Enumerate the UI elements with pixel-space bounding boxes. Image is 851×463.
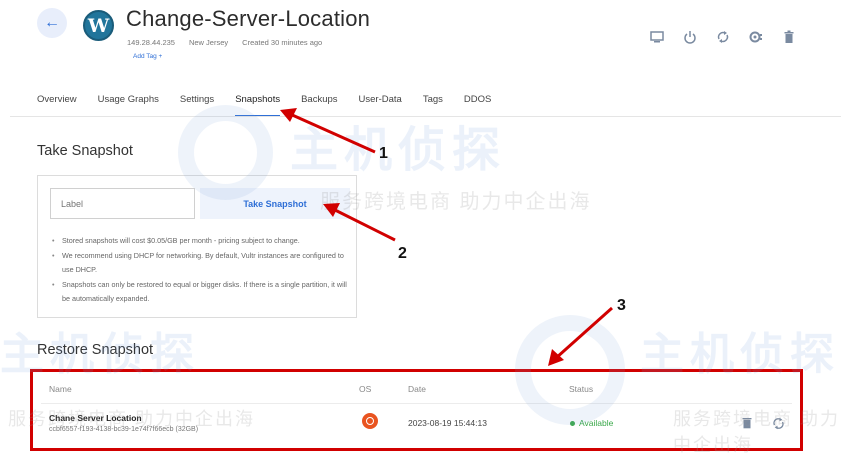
restart-icon[interactable]	[714, 28, 732, 46]
delete-snapshot-icon[interactable]	[740, 416, 754, 430]
column-name: Name	[49, 384, 72, 394]
reinstall-icon[interactable]	[747, 28, 765, 46]
server-meta: 149.28.44.235 New Jersey Created 30 minu…	[127, 38, 322, 47]
wordpress-logo: W	[83, 10, 114, 41]
column-date: Date	[408, 384, 426, 394]
trash-icon[interactable]	[780, 28, 798, 46]
snapshot-id: ccbf6557-f193-4138-bc39-1e74f7f66ecb (32…	[49, 426, 199, 433]
header-divider	[41, 403, 792, 404]
console-icon[interactable]	[648, 28, 666, 46]
snapshot-date: 2023-08-19 15:44:13	[408, 418, 487, 428]
note-item: We recommend using DHCP for networking. …	[52, 249, 352, 278]
tab-ddos[interactable]: DDOS	[464, 94, 491, 117]
tab-backups[interactable]: Backups	[301, 94, 337, 117]
watermark-brand: 主机侦探	[290, 124, 507, 177]
take-snapshot-button[interactable]: Take Snapshot	[200, 188, 350, 219]
tab-user-data[interactable]: User-Data	[359, 94, 402, 117]
server-ip: 149.28.44.235	[127, 38, 175, 47]
column-os: OS	[359, 384, 372, 394]
take-snapshot-panel: Take Snapshot Stored snapshots will cost…	[37, 175, 357, 318]
power-icon[interactable]	[681, 28, 699, 46]
annotation-label-2: 2	[398, 245, 407, 262]
restore-snapshot-title: Restore Snapshot	[37, 342, 154, 358]
snapshot-label-input[interactable]	[50, 188, 195, 219]
tab-overview[interactable]: Overview	[37, 94, 77, 117]
server-location: New Jersey	[188, 38, 229, 47]
tab-usage-graphs[interactable]: Usage Graphs	[98, 94, 159, 117]
page-title: Change-Server-Location	[126, 6, 371, 31]
snapshot-table: Name OS Date Status Chane Server Locatio…	[30, 369, 803, 451]
tab-divider	[10, 116, 841, 117]
snapshot-notes: Stored snapshots will cost $0.05/GB per …	[52, 234, 352, 307]
ubuntu-icon	[362, 413, 378, 429]
add-tag-link[interactable]: Add Tag +	[133, 53, 162, 60]
note-item: Snapshots can only be restored to equal …	[52, 278, 352, 307]
watermark-slogan: 服务跨境电商 助力中企出海	[320, 191, 592, 213]
tab-settings[interactable]: Settings	[180, 94, 214, 117]
back-button[interactable]: ←	[37, 8, 67, 38]
take-snapshot-title: Take Snapshot	[37, 143, 133, 159]
tab-tags[interactable]: Tags	[423, 94, 443, 117]
tab-bar: Overview Usage Graphs Settings Snapshots…	[37, 94, 491, 117]
tab-snapshots[interactable]: Snapshots	[235, 94, 281, 117]
restore-snapshot-icon[interactable]	[771, 416, 785, 430]
status-text: Available	[579, 418, 614, 428]
annotation-label-3: 3	[617, 297, 626, 314]
column-status: Status	[569, 384, 594, 394]
snapshot-name: Chane Server Location	[49, 413, 142, 423]
arrow-left-icon: ←	[44, 14, 60, 31]
server-actions	[648, 28, 798, 46]
status-badge: Available	[570, 418, 613, 428]
status-dot-icon	[570, 421, 575, 427]
server-created: Created 30 minutes ago	[242, 38, 323, 47]
note-item: Stored snapshots will cost $0.05/GB per …	[52, 234, 352, 249]
annotation-label-1: 1	[379, 145, 388, 162]
